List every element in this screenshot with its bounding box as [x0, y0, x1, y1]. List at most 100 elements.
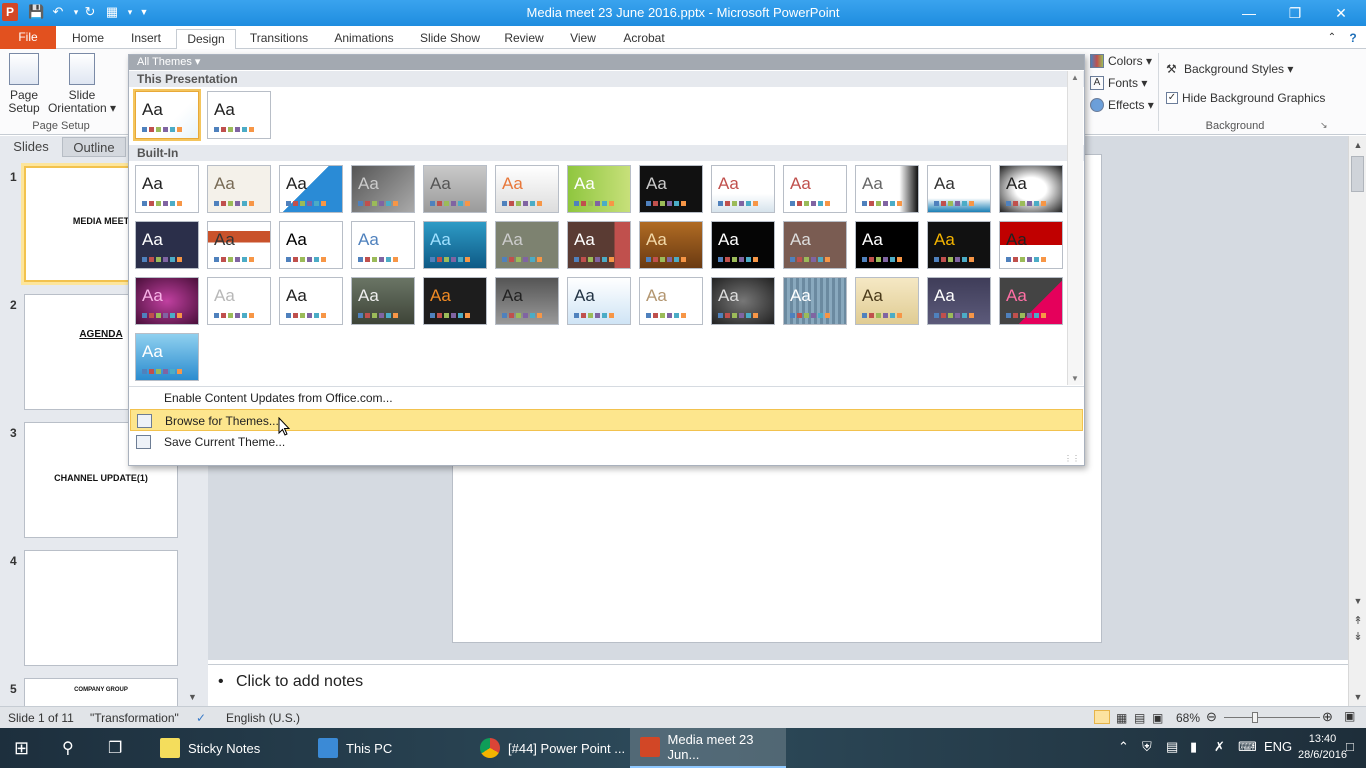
effects-button[interactable]: Effects ▾: [1090, 98, 1154, 112]
theme-thumbnail[interactable]: Aa: [423, 221, 487, 269]
notes-placeholder[interactable]: Click to add notes: [236, 673, 363, 691]
theme-thumbnail[interactable]: Aa: [279, 221, 343, 269]
clock[interactable]: 13:40 28/6/2016: [1298, 731, 1347, 763]
theme-thumbnail[interactable]: Aa: [135, 221, 199, 269]
theme-thumbnail[interactable]: Aa: [783, 165, 847, 213]
scroll-down-icon[interactable]: ▼: [188, 692, 197, 702]
theme-thumbnail[interactable]: Aa: [639, 221, 703, 269]
theme-thumbnail[interactable]: Aa: [351, 277, 415, 325]
resize-grip-icon[interactable]: ⋮⋮: [1064, 454, 1080, 463]
next-slide-icon[interactable]: ↡: [1349, 630, 1366, 643]
theme-thumbnail[interactable]: Aa: [207, 277, 271, 325]
theme-thumbnail[interactable]: Aa: [855, 221, 919, 269]
background-styles-button[interactable]: ⚒ Background Styles ▾: [1166, 62, 1293, 76]
scroll-down-icon[interactable]: ▼: [1349, 692, 1366, 702]
theme-thumbnail[interactable]: Aa: [423, 277, 487, 325]
theme-thumbnail[interactable]: Aa: [711, 277, 775, 325]
colors-button[interactable]: Colors ▾: [1090, 54, 1152, 68]
previous-slide-icon[interactable]: ↟: [1349, 614, 1366, 627]
taskbar-sticky-notes[interactable]: Sticky Notes: [154, 728, 304, 768]
zoom-level[interactable]: 68%: [1176, 711, 1200, 725]
language[interactable]: English (U.S.): [226, 711, 300, 725]
tab-slide-show[interactable]: Slide Show: [416, 29, 484, 49]
help-icon[interactable]: ?: [1344, 29, 1362, 49]
theme-thumbnail[interactable]: Aa: [927, 221, 991, 269]
minimize-icon[interactable]: —: [1226, 0, 1272, 26]
tab-outline[interactable]: Outline: [62, 137, 126, 157]
tab-acrobat[interactable]: Acrobat: [618, 29, 670, 49]
reading-view-icon[interactable]: ▤: [1134, 711, 1145, 725]
task-view-icon[interactable]: ❐: [108, 728, 122, 768]
theme-thumbnail[interactable]: Aa: [855, 165, 919, 213]
theme-thumbnail[interactable]: Aa: [999, 165, 1063, 213]
minimize-ribbon-icon[interactable]: ⌃: [1324, 29, 1340, 49]
theme-thumbnail[interactable]: Aa: [567, 165, 631, 213]
all-themes-filter[interactable]: All Themes ▾: [129, 55, 1084, 70]
network-icon[interactable]: ▤: [1166, 739, 1178, 755]
windows-start-icon[interactable]: ⊞: [14, 728, 29, 768]
theme-thumbnail[interactable]: Aa: [279, 165, 343, 213]
theme-thumbnail[interactable]: Aa: [135, 165, 199, 213]
normal-view-icon[interactable]: [1094, 710, 1110, 724]
language-indicator[interactable]: ENG: [1264, 739, 1292, 754]
notifications-icon[interactable]: □: [1346, 739, 1354, 754]
zoom-slider[interactable]: [1224, 717, 1320, 718]
page-setup-button[interactable]: Page Setup: [4, 53, 44, 115]
slide-show-view-icon[interactable]: ▣: [1152, 711, 1163, 725]
theme-thumbnail[interactable]: Aa: [135, 333, 199, 381]
theme-thumbnail[interactable]: Aa: [495, 221, 559, 269]
battery-icon[interactable]: ▮: [1190, 739, 1197, 755]
tab-insert[interactable]: Insert: [124, 29, 168, 49]
theme-thumbnail[interactable]: Aa: [711, 165, 775, 213]
dialog-launcher-icon[interactable]: ↘: [1320, 120, 1328, 131]
vertical-scrollbar[interactable]: ▲ ▼ ↟ ↡ ▼: [1348, 136, 1366, 706]
theme-office[interactable]: Aa: [207, 91, 271, 139]
tab-transitions[interactable]: Transitions: [246, 29, 312, 49]
slide-orientation-button[interactable]: Slide Orientation ▾: [46, 53, 118, 115]
zoom-out-icon[interactable]: ⊖: [1206, 709, 1217, 725]
hide-background-checkbox[interactable]: ✓ Hide Background Graphics: [1166, 91, 1325, 105]
slide-sorter-icon[interactable]: ▦: [1116, 711, 1127, 725]
taskbar-this-pc[interactable]: This PC: [312, 728, 462, 768]
theme-thumbnail[interactable]: Aa: [279, 277, 343, 325]
theme-thumbnail[interactable]: Aa: [495, 165, 559, 213]
theme-thumbnail[interactable]: Aa: [207, 221, 271, 269]
theme-thumbnail[interactable]: Aa: [135, 277, 199, 325]
slide-thumbnail-4[interactable]: [24, 550, 178, 666]
notes-pane[interactable]: • Click to add notes: [208, 664, 1348, 706]
tab-view[interactable]: View: [564, 29, 602, 49]
checkbox-checked-icon[interactable]: ✓: [1166, 92, 1178, 104]
search-icon[interactable]: ⚲: [62, 728, 74, 768]
gallery-scrollbar[interactable]: ▲ ▼: [1067, 71, 1083, 385]
theme-thumbnail[interactable]: Aa: [927, 277, 991, 325]
taskbar-chrome[interactable]: [#44] Power Point ...: [474, 728, 626, 768]
theme-thumbnail[interactable]: Aa: [207, 165, 271, 213]
scroll-up-icon[interactable]: ▲: [1349, 140, 1366, 150]
keyboard-icon[interactable]: ⌨: [1238, 739, 1257, 755]
scroll-down-icon[interactable]: ▼: [1349, 596, 1366, 606]
scroll-thumb[interactable]: [1351, 156, 1364, 192]
tab-animations[interactable]: Animations: [330, 29, 398, 49]
taskbar-powerpoint[interactable]: Media meet 23 Jun...: [630, 728, 786, 768]
scroll-up-icon[interactable]: ▲: [1071, 73, 1079, 82]
close-icon[interactable]: ✕: [1318, 0, 1364, 26]
theme-thumbnail[interactable]: Aa: [567, 221, 631, 269]
enable-content-updates-item[interactable]: Enable Content Updates from Office.com..…: [130, 387, 1083, 409]
theme-thumbnail[interactable]: Aa: [999, 277, 1063, 325]
defender-icon[interactable]: ⛨: [1142, 739, 1152, 755]
save-current-theme-item[interactable]: Save Current Theme...: [130, 431, 1083, 453]
tab-review[interactable]: Review: [500, 29, 548, 49]
restore-icon[interactable]: ❐: [1272, 0, 1318, 26]
theme-thumbnail[interactable]: Aa: [495, 277, 559, 325]
slide-thumbnail-5[interactable]: COMPANY GROUP: [24, 678, 178, 706]
zoom-slider-thumb[interactable]: [1252, 712, 1258, 723]
fit-to-window-icon[interactable]: ▣: [1344, 709, 1355, 723]
theme-thumbnail[interactable]: Aa: [927, 165, 991, 213]
tab-slides[interactable]: Slides: [4, 137, 58, 157]
theme-thumbnail[interactable]: Aa: [351, 165, 415, 213]
theme-thumbnail[interactable]: Aa: [783, 277, 847, 325]
theme-thumbnail[interactable]: Aa: [639, 165, 703, 213]
theme-thumbnail[interactable]: Aa: [351, 221, 415, 269]
spell-check-icon[interactable]: ✓: [196, 711, 206, 725]
show-hidden-icons-icon[interactable]: ⌃: [1118, 739, 1129, 755]
